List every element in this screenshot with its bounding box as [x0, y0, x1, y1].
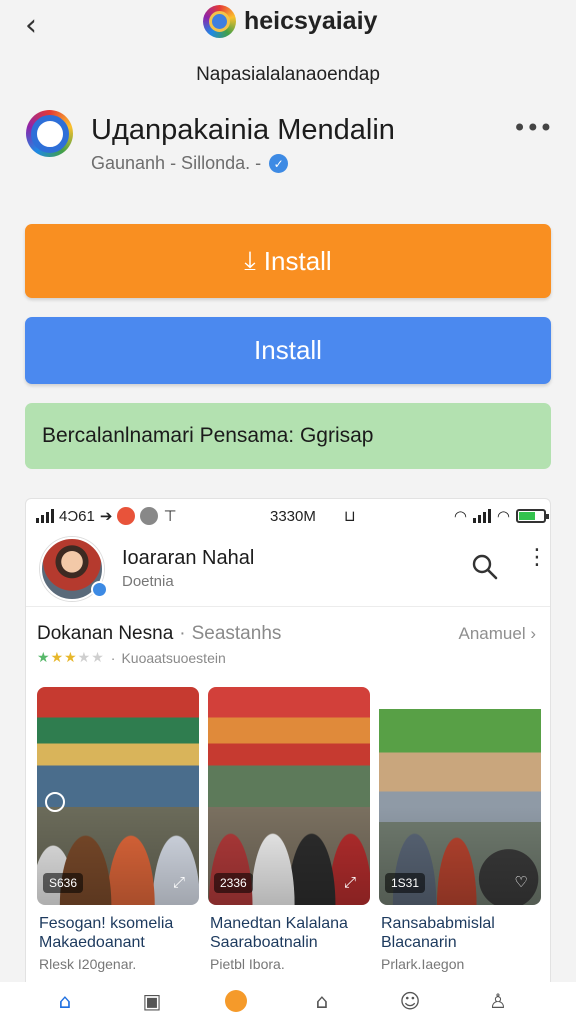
status-bar: 4Ͻ61 ➔ ⊤ 3330M ⊔ ◠ ◠ [26, 499, 550, 533]
star-rating: ★★★★★ [37, 650, 105, 666]
cast-icon: ⊤ [163, 507, 177, 525]
install-label: Install [263, 245, 332, 276]
chevron-left-icon[interactable]: ‹ [16, 8, 46, 43]
install-button-primary[interactable]: ⤓ Install [25, 224, 551, 298]
brand: heicsyaiaiy [203, 5, 377, 38]
card-title: Manedtan Kalalana [210, 915, 348, 932]
section-more-label: Anamuel [458, 624, 526, 643]
tab-emoji[interactable]: ☺ [390, 990, 430, 1020]
tab-profile[interactable]: ♙ [478, 990, 518, 1020]
arrow-icon: ➔ [99, 507, 113, 525]
card-title-2: Blacanarin [381, 934, 457, 951]
install-label: Install [254, 335, 322, 365]
share-icon[interactable]: ⤢ [169, 873, 189, 893]
top-bar: ‹ heicsyaiaiy [0, 0, 576, 50]
notification-icon [117, 507, 136, 525]
video-duration-badge: 1S31 [385, 873, 426, 893]
section-title-text: Dokanan Nesna [37, 623, 174, 644]
home-icon: ⌂ [58, 989, 72, 1013]
house-icon: ⌂ [315, 989, 329, 1013]
status-left-text: 4Ͻ61 [59, 507, 95, 525]
video-card[interactable]: S636 ⤢ Fesogan! ksomelia Makaedoanant Rl… [37, 687, 199, 1015]
bottom-tab-bar: ⌂ ▣ ⌂ ☺ ♙ [0, 982, 576, 1024]
profile-subtitle: Doetnia [122, 573, 174, 590]
profile-header: Ioararan Nahal Doetnia ⋮ [26, 533, 550, 607]
battery-icon [516, 509, 549, 523]
wifi-icon-2: ◠ [496, 507, 510, 525]
tab-inbox[interactable]: ▣ [132, 990, 172, 1020]
app-logo-icon [26, 110, 73, 157]
rating-text: Kuoaatsuoestein [121, 650, 226, 666]
video-duration-badge: S636 [43, 873, 84, 893]
card-title-2: Makaedoanant [39, 934, 145, 951]
card-meta: Prlark.Iaegon [381, 956, 465, 972]
share-icon[interactable]: ⤢ [340, 873, 360, 893]
card-title-2: Saaraboatnalin [210, 934, 318, 951]
video-card[interactable]: 1S31 ♡ Ransababmislal Blacanarin Prlark.… [379, 687, 541, 1015]
promo-banner[interactable]: Bercalanlnamari Pensama: Ggrisap [25, 403, 551, 469]
heart-icon[interactable]: ♡ [511, 873, 531, 893]
screenshot-preview: 4Ͻ61 ➔ ⊤ 3330M ⊔ ◠ ◠ Ioararan Nahal Doet… [25, 498, 551, 1024]
card-meta: Pietbl Ibora. [210, 956, 285, 972]
tab-house[interactable]: ⌂ [302, 990, 342, 1020]
brand-name: heicsyaiaiy [244, 7, 378, 35]
card-title: Fesogan! ksomelia [39, 915, 174, 932]
app-name: Uдanpakainia Mendalin [91, 114, 395, 146]
app-header: Uдanpakainia Mendalin Gaunanh - Sillonda… [26, 110, 556, 180]
card-title: Ransababmislal [381, 915, 495, 932]
avatar-badge-icon [91, 581, 108, 598]
inbox-icon: ▣ [142, 989, 162, 1013]
signal-icon [36, 509, 54, 523]
emoji-icon: ☺ [399, 989, 421, 1013]
video-card[interactable]: 2336 ⤢ Manedtan Kalalana Saaraboatnalin … [208, 687, 370, 1015]
download-icon: ⤓ [244, 245, 256, 276]
rating-row: ★★★★★ · Kuoaatsuoestein [37, 650, 226, 666]
tab-home[interactable]: ⌂ [45, 990, 85, 1020]
section-title: Dokanan Nesna · Seastanhs [37, 623, 282, 644]
page-subtitle: Napasialalanaoendap [196, 64, 380, 85]
install-button-secondary[interactable]: Install [25, 317, 551, 384]
section-title-muted: Seastanhs [191, 623, 282, 644]
promo-text: Bercalanlnamari Pensama: Ggrisap [42, 424, 374, 447]
profile-name: Ioararan Nahal [122, 547, 255, 569]
wifi-icon: ◠ [453, 507, 467, 525]
notification-icon-2 [140, 507, 159, 525]
brand-logo-icon [203, 5, 236, 38]
lock-icon: ⊔ [344, 507, 356, 525]
tab-create[interactable] [216, 990, 256, 1020]
more-vertical-icon[interactable]: ⋮ [526, 547, 548, 569]
card-meta: Rlesk I20genar. [39, 956, 137, 972]
status-time: 3330M [270, 508, 316, 525]
profile-icon: ♙ [489, 989, 507, 1013]
search-icon[interactable] [471, 553, 499, 581]
developer-name: Gaunanh - Sillonda. - [91, 153, 262, 173]
create-icon [225, 990, 247, 1012]
app-developer[interactable]: Gaunanh - Sillonda. - ✓ [91, 153, 289, 174]
section-more-link[interactable]: Anamuel › [459, 624, 537, 644]
verified-icon: ✓ [269, 154, 289, 173]
more-horizontal-icon[interactable]: ••• [513, 114, 553, 142]
signal-icon-2 [472, 509, 491, 523]
video-duration-badge: 2336 [214, 873, 253, 893]
play-icon [45, 792, 65, 812]
